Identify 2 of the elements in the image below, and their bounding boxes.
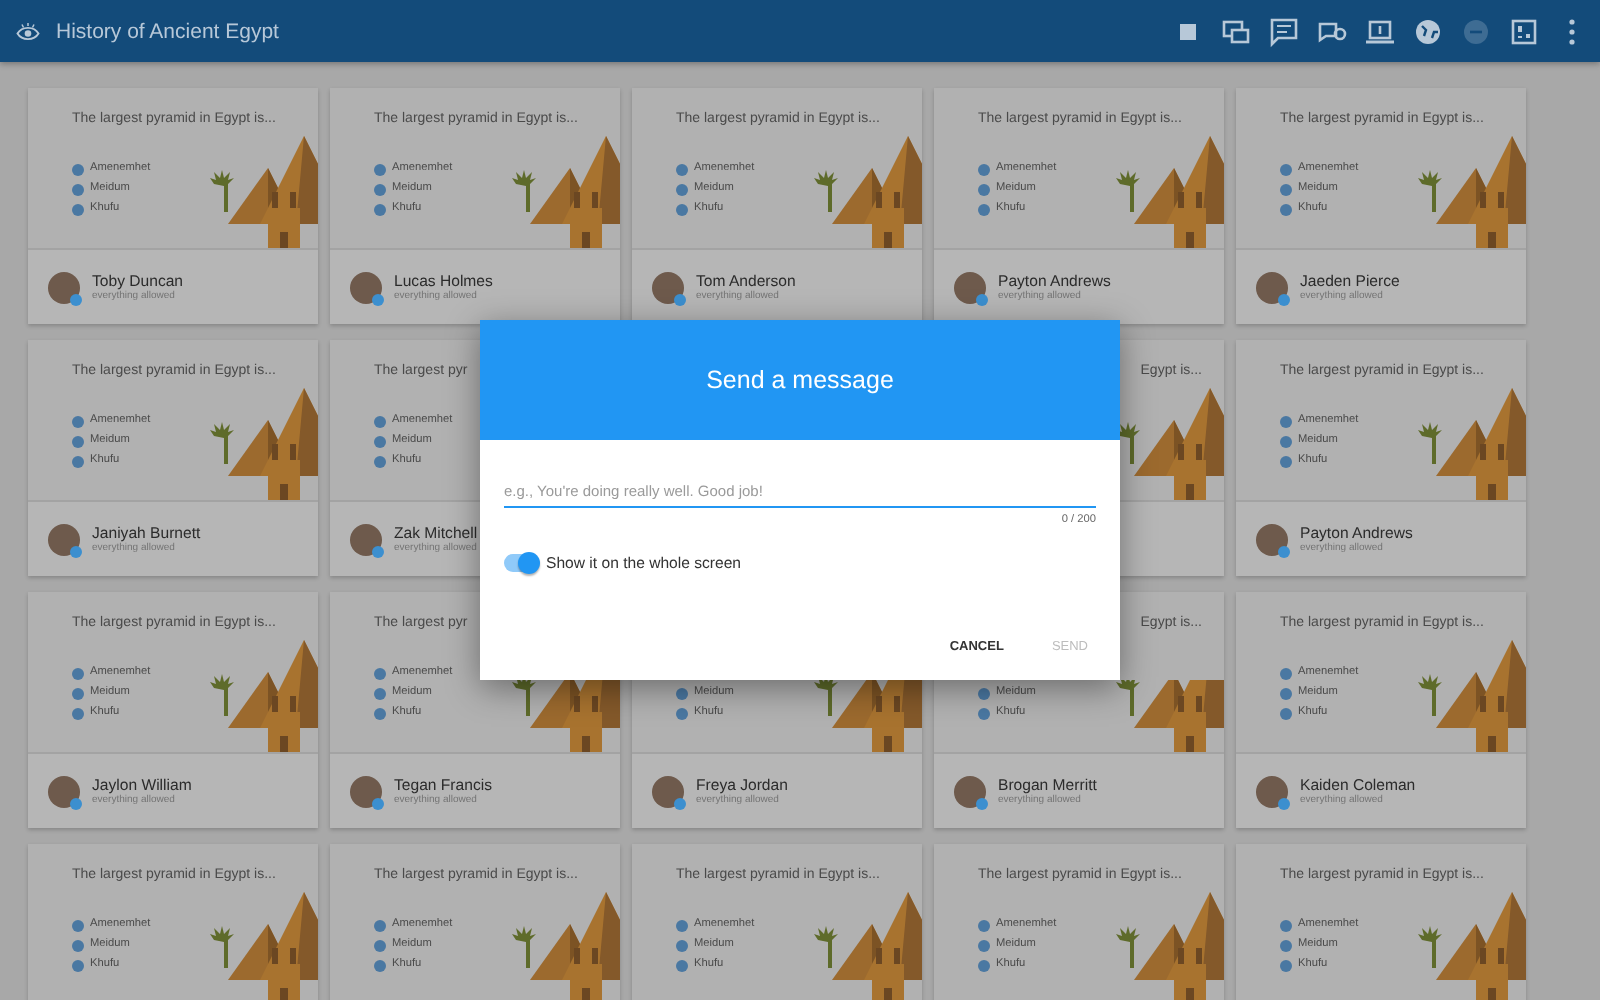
- app-title: History of Ancient Egypt: [56, 19, 281, 43]
- dialog-title: Send a message: [706, 366, 894, 394]
